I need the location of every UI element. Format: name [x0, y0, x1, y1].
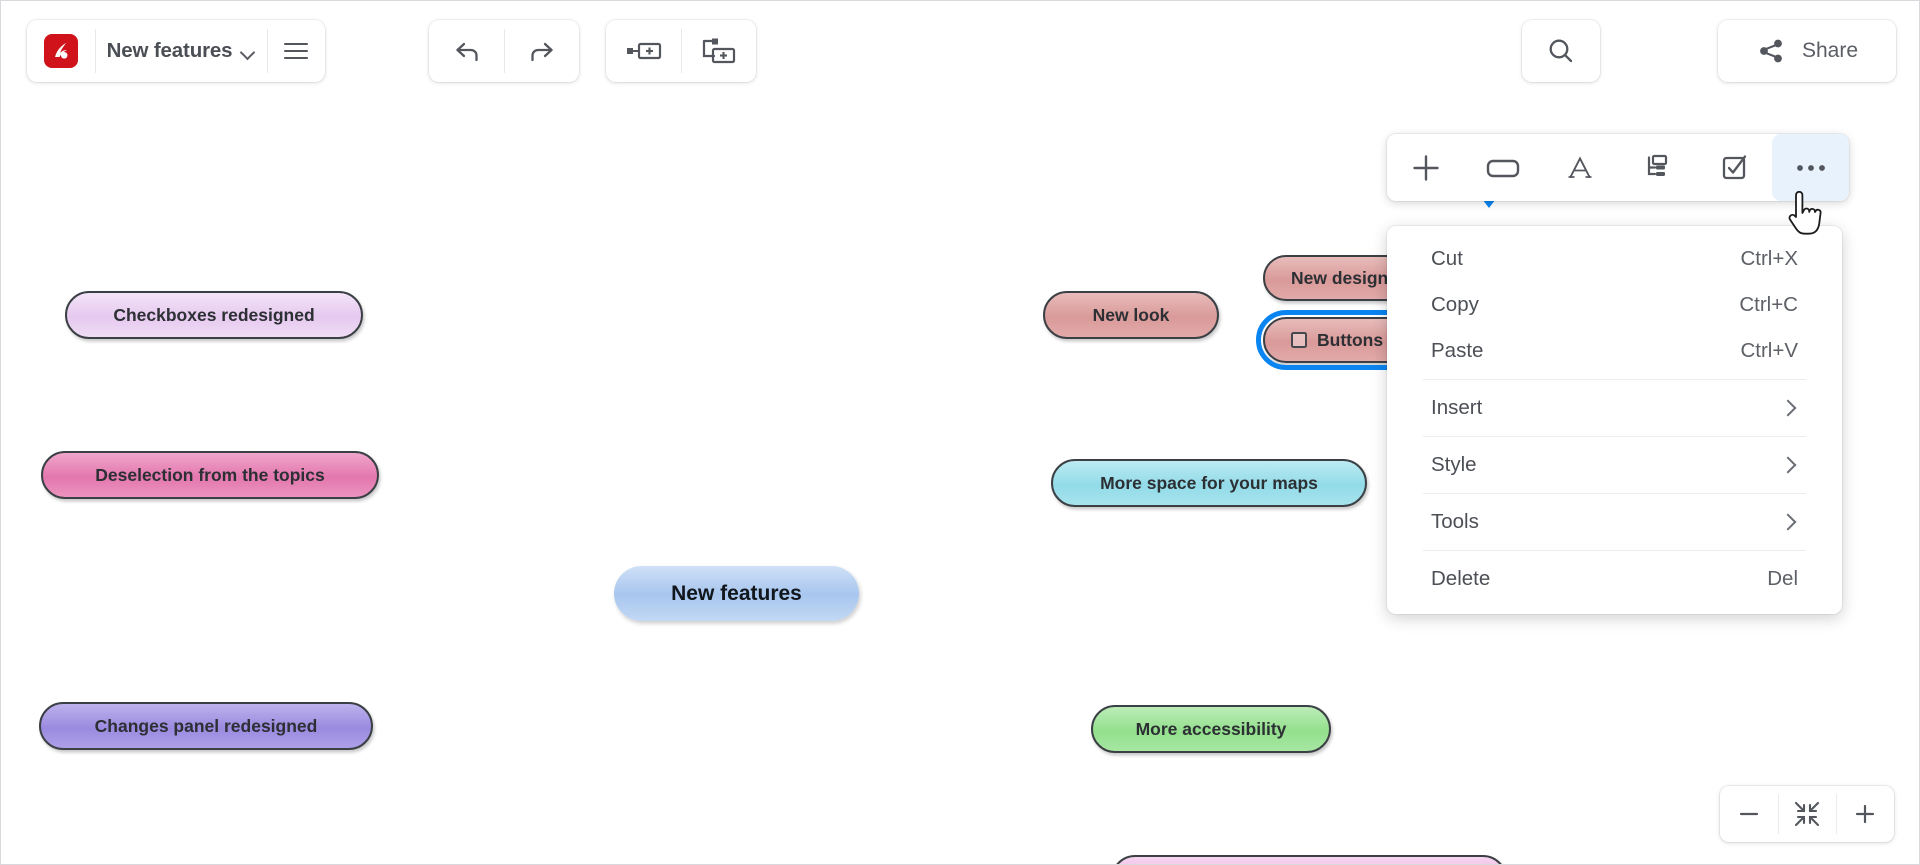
more-options-button[interactable] — [1772, 134, 1849, 201]
context-menu-item-tools[interactable]: Tools — [1387, 499, 1842, 545]
chevron-right-icon — [1779, 399, 1797, 417]
node-label: Deselection from the topics — [95, 464, 325, 485]
main-menu-button[interactable] — [267, 20, 325, 82]
hamburger-menu-icon — [284, 42, 308, 60]
mindmap-node-checkboxes-redesigned[interactable]: Checkboxes redesigned — [65, 291, 363, 339]
context-menu-label: Copy — [1431, 293, 1479, 316]
node-label: More accessibility — [1135, 718, 1287, 739]
node-format-toolbar — [1387, 134, 1849, 201]
mindmap-node-new-look[interactable]: New look — [1043, 291, 1219, 339]
mindmap-node-changes-panel-redesigned[interactable]: Changes panel redesigned — [39, 702, 373, 750]
insert-toolbar-group — [606, 20, 756, 82]
minus-icon — [1739, 812, 1759, 816]
add-topic-button[interactable] — [1387, 134, 1464, 201]
shape-button[interactable] — [1464, 134, 1541, 201]
ellipsis-horizontal-icon — [1796, 164, 1825, 171]
context-menu-shortcut: Del — [1767, 567, 1798, 590]
context-menu-separator — [1423, 379, 1806, 380]
history-toolbar-group — [429, 20, 579, 82]
share-nodes-icon — [1760, 39, 1782, 63]
plus-icon — [1855, 804, 1875, 824]
document-title-button[interactable]: New features — [95, 20, 267, 82]
text-style-button[interactable] — [1541, 134, 1618, 201]
node-label: More space for your maps — [1100, 472, 1318, 493]
context-menu-label: Insert — [1431, 396, 1483, 419]
context-menu-label: Tools — [1431, 510, 1479, 533]
node-checkbox[interactable] — [1291, 332, 1307, 348]
chevron-right-icon — [1779, 513, 1797, 531]
context-menu: Cut Ctrl+X Copy Ctrl+C Paste Ctrl+V Inse… — [1387, 226, 1842, 614]
mindmap-node-deselection-from-the-topics[interactable]: Deselection from the topics — [41, 451, 379, 499]
context-menu-item-insert[interactable]: Insert — [1387, 385, 1842, 431]
context-menu-label: Style — [1431, 453, 1477, 476]
undo-button[interactable] — [429, 20, 504, 82]
context-menu-label: Delete — [1431, 567, 1491, 590]
fit-to-screen-button[interactable] — [1778, 786, 1836, 842]
file-toolbar-group: New features — [27, 20, 325, 82]
add-subtopic-icon — [702, 38, 735, 64]
share-toolbar-group: Share — [1718, 20, 1896, 82]
layout-button[interactable] — [1618, 134, 1695, 201]
search-button[interactable] — [1522, 20, 1600, 82]
add-sibling-topic-button[interactable] — [606, 20, 681, 82]
mindmeister-logo-icon — [44, 34, 78, 68]
mindmap-node-more-space-for-your-maps[interactable]: More space for your maps — [1051, 459, 1367, 507]
share-label: Share — [1801, 39, 1859, 62]
add-sibling-topic-icon — [626, 42, 661, 60]
context-menu-item-delete[interactable]: Delete Del — [1387, 556, 1842, 602]
plus-icon — [1412, 154, 1439, 181]
mindmap-node-new-comments-and-notes-panels[interactable]: New Comments and Notes panels — [1111, 855, 1507, 864]
node-label: Checkboxes redesigned — [113, 304, 315, 325]
context-menu-separator — [1423, 436, 1806, 437]
context-menu-item-style[interactable]: Style — [1387, 442, 1842, 488]
app-logo-button[interactable] — [27, 20, 95, 82]
zoom-controls — [1720, 786, 1894, 842]
context-menu-shortcut: Ctrl+V — [1740, 339, 1798, 362]
hierarchy-tree-icon — [1647, 154, 1667, 176]
context-menu-item-copy[interactable]: Copy Ctrl+C — [1387, 282, 1842, 328]
share-button[interactable]: Share — [1718, 20, 1896, 82]
context-menu-separator — [1423, 550, 1806, 551]
zoom-out-button[interactable] — [1720, 786, 1778, 842]
undo-arrow-icon — [455, 42, 478, 62]
zoom-in-button[interactable] — [1836, 786, 1894, 842]
letter-a-icon — [1568, 155, 1591, 178]
redo-button[interactable] — [504, 20, 579, 82]
context-menu-separator — [1423, 493, 1806, 494]
context-menu-item-paste[interactable]: Paste Ctrl+V — [1387, 328, 1842, 374]
checkbox-checked-icon — [1722, 154, 1746, 179]
redo-arrow-icon — [530, 42, 553, 62]
node-label: New look — [1092, 304, 1170, 325]
chevron-right-icon — [1779, 456, 1797, 474]
search-icon — [1549, 39, 1573, 63]
document-title: New features — [106, 39, 233, 62]
context-menu-label: Paste — [1431, 339, 1484, 362]
mindmap-root-node[interactable]: New features — [614, 566, 859, 621]
rounded-rectangle-icon — [1486, 159, 1519, 177]
top-toolbar: New features Share — [1, 1, 1919, 111]
checkbox-task-button[interactable] — [1695, 134, 1772, 201]
mindmap-application: New features Share New features Checkbox… — [0, 0, 1920, 865]
node-label: Changes panel redesigned — [94, 715, 318, 736]
node-label: New features — [671, 581, 802, 605]
context-menu-shortcut: Ctrl+X — [1740, 247, 1798, 270]
mindmap-node-more-accessibility[interactable]: More accessibility — [1091, 705, 1331, 753]
chevron-down-icon — [241, 47, 255, 56]
context-menu-label: Cut — [1431, 247, 1463, 270]
add-subtopic-button[interactable] — [681, 20, 756, 82]
context-menu-item-cut[interactable]: Cut Ctrl+X — [1387, 236, 1842, 282]
search-toolbar-group — [1522, 20, 1600, 82]
connector-lines — [1, 111, 301, 261]
fit-to-screen-icon — [1794, 801, 1820, 827]
context-menu-shortcut: Ctrl+C — [1739, 293, 1798, 316]
